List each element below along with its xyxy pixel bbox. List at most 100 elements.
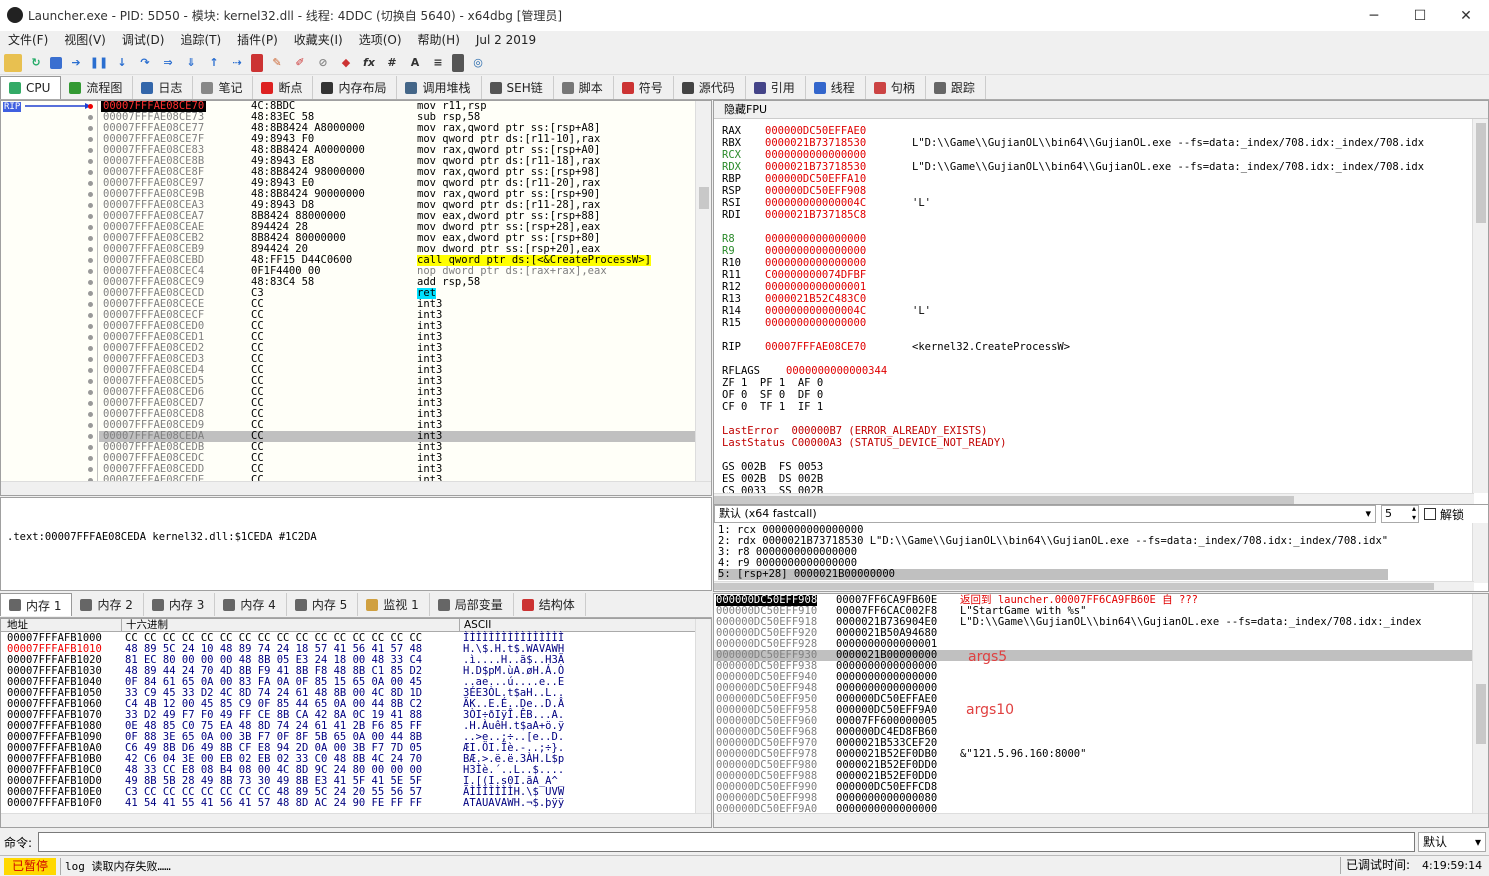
- args-vscroll[interactable]: [1472, 523, 1488, 583]
- memory-tab[interactable]: 内存 1: [0, 593, 73, 616]
- execute-till-return-icon[interactable]: ↑: [205, 54, 223, 72]
- run-icon[interactable]: ➔: [67, 54, 85, 72]
- memory-tab[interactable]: 内存 3: [144, 593, 216, 616]
- breakpoint-dot-icon[interactable]: [88, 181, 93, 186]
- menu-item[interactable]: 插件(P): [229, 31, 286, 50]
- stack-row[interactable]: 000000DC50EFF988 0000021B52EF0DD0: [714, 771, 1472, 782]
- breakpoint-dot-icon[interactable]: [88, 291, 93, 296]
- stack-row[interactable]: 000000DC50EFF938 0000000000000000: [714, 661, 1472, 672]
- register-value[interactable]: 0000000000000000: [765, 149, 866, 161]
- trace-over-icon[interactable]: ⇓: [182, 54, 200, 72]
- menu-item[interactable]: 收藏夹(I): [286, 31, 351, 50]
- register-value[interactable]: 0000000000000000: [765, 317, 866, 329]
- register-value[interactable]: 000000DC50EFFAE0: [765, 125, 866, 137]
- open-icon[interactable]: [4, 53, 22, 72]
- stack-pane[interactable]: 000000DC50EFF908 00007FF6CA9FB60E 返回到 laun…: [713, 593, 1489, 828]
- breakpoint-toggle-icon[interactable]: [251, 53, 263, 72]
- registers-vscroll[interactable]: [1472, 119, 1488, 493]
- breakpoint-dot-icon[interactable]: [88, 368, 93, 373]
- stack-row[interactable]: 000000DC50EFF908 00007FF6CA9FB60E 返回到 laun…: [714, 595, 1472, 606]
- stack-row[interactable]: 000000DC50EFF950 000000DC50EFFAE0: [714, 694, 1472, 705]
- register-value[interactable]: 0000000000000000: [765, 245, 866, 257]
- register-value[interactable]: 0000021B737185C8: [765, 209, 866, 221]
- close-button[interactable]: ✕: [1443, 0, 1489, 31]
- dump-row[interactable]: 00007FFFAFB10F0 41 54 41 55 41 56 41 57 4…: [1, 798, 697, 809]
- command-mode-select[interactable]: 默认 ▾: [1418, 832, 1486, 852]
- register-value[interactable]: C00000000074DFBF: [765, 269, 866, 281]
- register-value[interactable]: 000000DC50EFFA10: [765, 173, 866, 185]
- register-value[interactable]: 000000DC50EFF908: [765, 185, 866, 197]
- minimize-button[interactable]: ─: [1351, 0, 1397, 31]
- stack-row[interactable]: 000000DC50EFF940 0000000000000000: [714, 672, 1472, 683]
- breakpoint-dot-icon[interactable]: [88, 137, 93, 142]
- disassembly-listing[interactable]: 00007FFFAE08CE70 4C:8BDC mov r11,rsp 00007F…: [99, 101, 695, 486]
- dump-hscroll[interactable]: [1, 813, 711, 827]
- breakpoint-dot-icon[interactable]: [88, 456, 93, 461]
- register-value[interactable]: 000000000000004C: [765, 305, 866, 317]
- menu-item[interactable]: 选项(O): [351, 31, 410, 50]
- memory-tab[interactable]: 局部变量: [430, 593, 514, 616]
- tab-memory-map[interactable]: 内存布局: [313, 76, 398, 99]
- stack-hscroll[interactable]: [714, 813, 1488, 827]
- trace-into-icon[interactable]: ⇒: [159, 54, 177, 72]
- stack-rows[interactable]: 000000DC50EFF908 00007FF6CA9FB60E 返回到 laun…: [714, 595, 1472, 815]
- stop-icon[interactable]: [50, 56, 62, 69]
- memory-dump-pane[interactable]: 地址 十六进制 ASCII 00007FFFAFB1000 CC CC CC CC…: [0, 618, 712, 828]
- breakpoint-dot-icon[interactable]: [88, 159, 93, 164]
- rflags-value[interactable]: 0000000000000344: [786, 365, 887, 377]
- breakpoint-dot-icon[interactable]: [88, 379, 93, 384]
- dump-rows[interactable]: 00007FFFAFB1000 CC CC CC CC CC CC CC CC C…: [1, 633, 697, 809]
- stack-row[interactable]: 000000DC50EFF920 0000021B50A94680: [714, 628, 1472, 639]
- tab-seh[interactable]: SEH链: [482, 76, 554, 99]
- breakpoint-dot-icon[interactable]: [88, 412, 93, 417]
- tab-callstack[interactable]: 调用堆栈: [397, 76, 482, 99]
- register-value[interactable]: 0000021B73718530: [765, 161, 866, 173]
- breakpoint-dot-icon[interactable]: [88, 247, 93, 252]
- stack-row[interactable]: 000000DC50EFF980 0000021B52EF0DD0: [714, 760, 1472, 771]
- tab-threads[interactable]: 线程: [806, 76, 866, 99]
- stack-row[interactable]: 000000DC50EFF970 0000021B533CEF20: [714, 738, 1472, 749]
- flags-line[interactable]: ZF 1 PF 1 AF 0: [722, 377, 823, 389]
- breakpoint-dot-icon[interactable]: [88, 434, 93, 439]
- stack-vscroll[interactable]: [1472, 594, 1488, 814]
- breakpoint-dot-icon[interactable]: [88, 467, 93, 472]
- menu-item[interactable]: 调试(D): [114, 31, 173, 50]
- flags-line[interactable]: CF 0 TF 1 IF 1: [722, 401, 823, 413]
- args-hscroll[interactable]: [714, 581, 1474, 591]
- stack-row[interactable]: 000000DC50EFF928 0000000000000001: [714, 639, 1472, 650]
- pause-icon[interactable]: ❚❚: [90, 54, 108, 72]
- breakpoint-dot-icon[interactable]: [88, 258, 93, 263]
- breakpoint-dot-icon[interactable]: [88, 225, 93, 230]
- breakpoint-dot-icon[interactable]: [88, 346, 93, 351]
- breakpoint-dot-icon[interactable]: [88, 148, 93, 153]
- breakpoint-dot-icon[interactable]: [88, 423, 93, 428]
- register-value[interactable]: 0000021B73718530: [765, 137, 866, 149]
- registers-pane[interactable]: 隐藏FPU RAX 000000DC50EFFAE0 RBX 0000021B7371…: [713, 100, 1489, 508]
- tab-handles[interactable]: 句柄: [866, 76, 926, 99]
- breakpoint-dot-icon[interactable]: [88, 192, 93, 197]
- hash-icon[interactable]: #: [383, 54, 401, 72]
- menu-item[interactable]: 视图(V): [56, 31, 114, 50]
- memory-tab[interactable]: 监视 1: [358, 593, 430, 616]
- tab-source[interactable]: 源代码: [674, 76, 746, 99]
- breakpoint-dot-icon[interactable]: [88, 115, 93, 120]
- breakpoint-dot-icon[interactable]: [88, 214, 93, 219]
- breakpoint-dot-icon[interactable]: [88, 445, 93, 450]
- stack-row[interactable]: 000000DC50EFF978 0000021B52EF0DB0 &"121.5.…: [714, 749, 1472, 760]
- stack-row[interactable]: 000000DC50EFF968 000000DC4ED8FB60: [714, 727, 1472, 738]
- breakpoint-dot-icon[interactable]: [88, 357, 93, 362]
- tab-log[interactable]: 日志: [133, 76, 194, 99]
- globe-icon[interactable]: ◎: [469, 54, 487, 72]
- call-convention-select[interactable]: 默认 (x64 fastcall) ▾: [714, 505, 1376, 523]
- breakpoint-dot-icon[interactable]: [88, 302, 93, 307]
- arguments-list[interactable]: 1: rcx 0000000000000000 2: rdx 0000021B73…: [718, 525, 1389, 580]
- tab-trace[interactable]: 跟踪: [926, 76, 986, 99]
- run-to-user-code-icon[interactable]: ⇢: [228, 54, 246, 72]
- memory-tab[interactable]: 结构体: [514, 593, 586, 616]
- font-icon[interactable]: A: [406, 54, 424, 72]
- breakpoint-dot-icon[interactable]: [88, 269, 93, 274]
- step-into-icon[interactable]: ↓: [113, 54, 131, 72]
- disassembly-pane[interactable]: RIP 00007FFFAE08CE70 4C:8BDC mov r11,rsp 00…: [0, 100, 712, 496]
- tab-graph[interactable]: 流程图: [61, 76, 134, 99]
- stack-row[interactable]: 000000DC50EFF948 0000000000000000: [714, 683, 1472, 694]
